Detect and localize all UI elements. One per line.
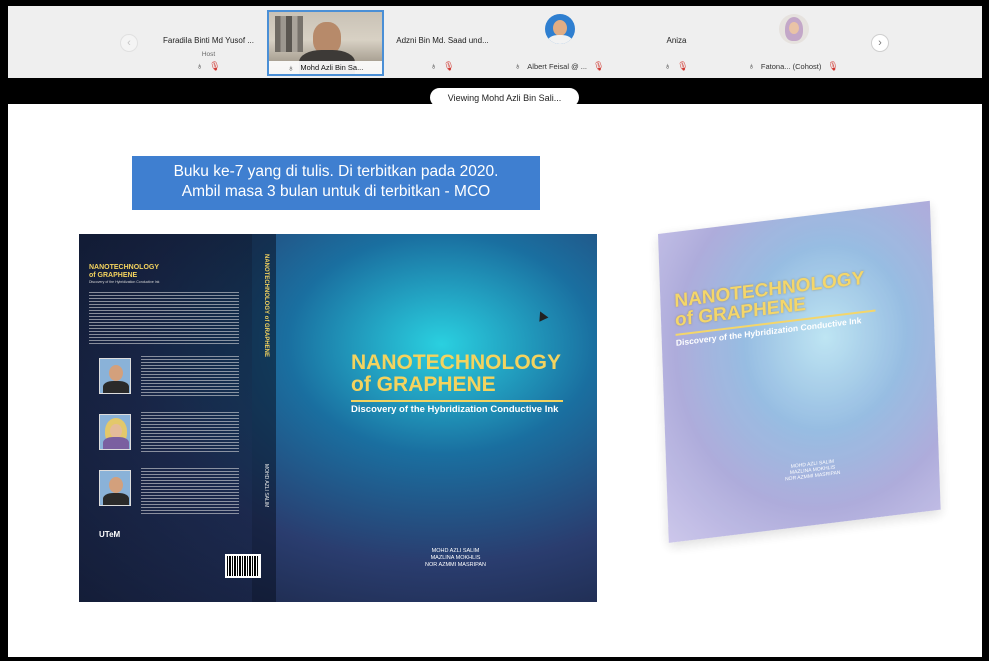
book-photo-authors: MOHD AZLI SALIM MAZLINA MOKHLIS NOR AZMM… (784, 458, 841, 483)
barcode (225, 554, 261, 578)
participant-name: Adzni Bin Md. Saad und... (396, 36, 489, 45)
participant-name: Faradila Binti Md Yusof ... (162, 36, 254, 45)
avatar (778, 14, 809, 44)
book-title: NANOTECHNOLOGY of GRAPHENE (351, 351, 561, 396)
back-cover-blurb (89, 292, 239, 344)
publisher-logo: UTeM (99, 530, 121, 539)
mic-icon: ♁ (664, 61, 672, 71)
participant-name: Fatona... (Cohost) (760, 61, 822, 71)
author-photo (99, 358, 131, 394)
previous-page-button[interactable]: ‹ (120, 34, 138, 52)
mic-muted-icon: 🎙︎ (593, 60, 605, 71)
book-subtitle: Discovery of the Hybridization Conductiv… (351, 404, 559, 415)
participant-tile[interactable]: ♁ Albert Feisal @ ... 🎙︎ (501, 10, 618, 76)
back-cover-subtitle: Discovery of the Hybridization Conductiv… (89, 280, 160, 284)
participant-tile-active-speaker[interactable]: ♁ Mohd Azli Bin Sa... (267, 10, 384, 76)
video-background-shelf (275, 16, 303, 52)
spine-author: MOHD AZLI SALIM (263, 464, 269, 508)
avatar (544, 14, 575, 44)
mic-muted-icon: 🎙︎ (443, 60, 455, 71)
spine-title: NANOTECHNOLOGY of GRAPHENE (263, 254, 269, 358)
mic-icon: ♁ (196, 61, 204, 71)
participant-strip: ‹ Faradila Binti Md Yusof ... Host ♁ 🎙︎ ♁… (8, 6, 982, 78)
author-photo (99, 414, 131, 450)
mic-icon: ♁ (514, 61, 522, 71)
participant-tile[interactable]: Adzni Bin Md. Saad und... ♁ 🎙︎ (384, 10, 501, 76)
book-photo: NANOTECHNOLOGY of GRAPHENE Discovery of … (658, 200, 941, 543)
participant-name: Albert Feisal @ ... (527, 61, 588, 71)
banner-text: Viewing Mohd Azli Bin Sali... (447, 92, 562, 103)
next-page-button[interactable]: › (871, 34, 889, 52)
chevron-left-icon: ‹ (127, 37, 131, 49)
mic-icon: ♁ (430, 61, 438, 71)
participant-tile[interactable]: ♁ Fatona... (Cohost) 🎙︎ (735, 10, 852, 76)
shared-screen: Buku ke-7 yang di tulis. Di terbitkan pa… (8, 104, 982, 657)
slide-caption: Buku ke-7 yang di tulis. Di terbitkan pa… (132, 156, 540, 210)
participant-name: Mohd Azli Bin Sa... (300, 63, 364, 72)
book-authors: MOHD AZLI SALIM MAZLINA MOKHLIS NOR AZMM… (425, 548, 487, 568)
mic-muted-icon: 🎙︎ (677, 60, 689, 71)
participant-name: Aniza (666, 36, 687, 45)
author-photo (99, 470, 131, 506)
mic-muted-icon: 🎙︎ (209, 60, 221, 71)
participant-tile[interactable]: Aniza ♁ 🎙︎ (618, 10, 735, 76)
author-bio (141, 412, 239, 452)
author-bio (141, 468, 239, 516)
caption-line-2: Ambil masa 3 bulan untuk di terbitkan - … (181, 183, 491, 200)
back-cover-title: NANOTECHNOLOGY of GRAPHENE (89, 264, 159, 279)
speaking-audio-icon: ♁ (287, 62, 295, 73)
participant-tile[interactable]: Faradila Binti Md Yusof ... Host ♁ 🎙︎ (150, 10, 267, 76)
book-cover-spread: NANOTECHNOLOGY of GRAPHENE MOHD AZLI SAL… (79, 234, 597, 602)
mic-muted-icon: 🎙︎ (827, 60, 839, 71)
caption-line-1: Buku ke-7 yang di tulis. Di terbitkan pa… (173, 163, 499, 180)
chevron-right-icon: › (878, 37, 882, 49)
title-divider (351, 400, 563, 402)
mic-icon: ♁ (748, 61, 755, 71)
participant-role: Host (201, 51, 216, 58)
author-bio (141, 356, 239, 396)
